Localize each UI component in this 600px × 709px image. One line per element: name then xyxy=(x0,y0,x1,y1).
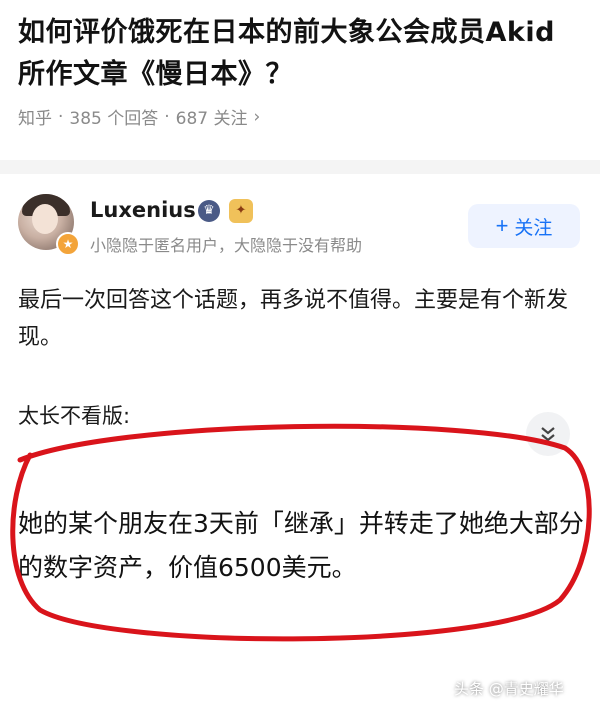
follow-button[interactable]: + 关注 xyxy=(468,204,580,248)
creator-badge-icon[interactable]: ✦ xyxy=(229,199,253,223)
collapse-chevron-icon[interactable] xyxy=(526,412,570,456)
answer-count[interactable]: 385 个回答 xyxy=(69,104,158,129)
answer-highlight: 她的某个朋友在3天前「继承」并转走了她绝大部分的数字资产，价值6500美元。 xyxy=(18,509,584,582)
watermark: 头条 @青史耀华 xyxy=(454,680,564,698)
answer-card: ★ Luxenius ♛ ✦ 小隐隐于匿名用户，大隐隐于没有帮助 + 关注 最后… xyxy=(0,174,600,709)
avatar-face xyxy=(32,204,58,234)
follow-label: 关注 xyxy=(514,217,553,239)
crown-badge-icon[interactable]: ♛ xyxy=(198,200,220,222)
follower-count[interactable]: 687 关注 xyxy=(176,104,248,129)
meta-separator: · xyxy=(58,106,64,127)
section-divider xyxy=(0,160,600,174)
question-meta: 知乎 · 385 个回答 · 687 关注 › xyxy=(18,104,261,130)
question-card[interactable]: 如何评价饿死在日本的前大象公会成员Akid所作文章《慢日本》？ 知乎 · 385… xyxy=(0,0,600,161)
author-name[interactable]: Luxenius xyxy=(90,198,196,222)
author-bio: 小隐隐于匿名用户，大隐隐于没有帮助 xyxy=(90,236,363,255)
plus-icon: + xyxy=(495,213,509,238)
meta-separator: · xyxy=(164,106,170,127)
tldr-label: 太长不看版: xyxy=(18,404,131,428)
question-title[interactable]: 如何评价饿死在日本的前大象公会成员Akid所作文章《慢日本》？ xyxy=(18,12,578,96)
verified-badge-icon: ★ xyxy=(56,232,80,256)
source-label: 知乎 xyxy=(18,109,52,129)
answer-intro: 最后一次回答这个话题，再多说不值得。主要是有个新发现。 xyxy=(18,288,569,350)
chevron-right-icon[interactable]: › xyxy=(254,107,261,127)
